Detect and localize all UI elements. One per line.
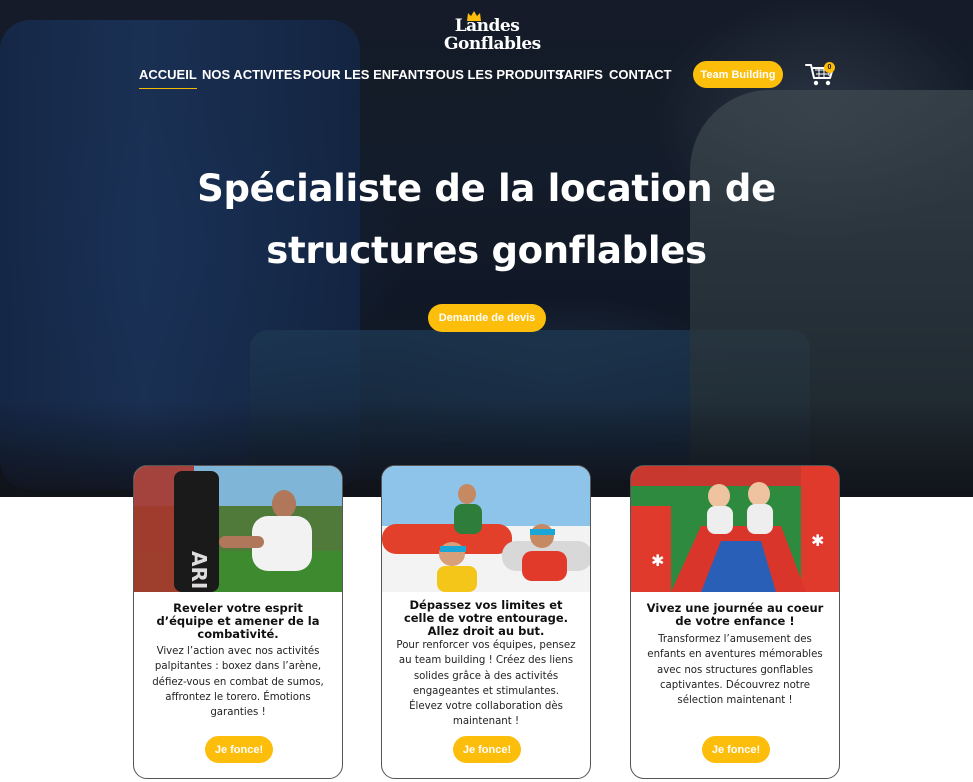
card-title: Vivez une journée au coeur de votre enfa…: [646, 601, 824, 628]
svg-text:ARI: ARI: [187, 551, 211, 589]
nav-item-contact[interactable]: CONTACT: [609, 67, 672, 83]
activity-card-kids: ✱ ✱ Vivez une journée au coeur de votre …: [630, 465, 840, 779]
card-description: Pour renforcer vos équipes, pensez au te…: [396, 640, 576, 728]
svg-text:✱: ✱: [811, 531, 824, 550]
nav-item-nos-activites[interactable]: NOS ACTIVITES: [202, 67, 301, 83]
activity-card-challenge: Dépassez vos limites et celle de votre e…: [381, 465, 591, 779]
team-building-button[interactable]: Team Building: [693, 61, 783, 88]
logo-text-line2: Gonflables: [444, 34, 541, 54]
hero-title: Spécialiste de la location de structures…: [150, 158, 823, 282]
nav-item-tous-les-produits[interactable]: TOUS LES PRODUITS: [428, 67, 564, 83]
card-title: Dépassez vos limites et celle de votre e…: [403, 598, 569, 638]
card-description: Transformez l’amusement des enfants en a…: [647, 634, 823, 707]
inflatable-team-photo: [382, 466, 590, 592]
activity-card-team: ARI Reveler votre esprit d’équipe et ame…: [133, 465, 343, 779]
nav-item-tarifs[interactable]: TARIFS: [557, 67, 603, 83]
cart-count-badge: 0: [824, 62, 835, 73]
kids-slide-photo: ✱ ✱: [631, 466, 839, 592]
card-title: Reveler votre esprit d’équipe et amener …: [156, 601, 320, 641]
svg-text:✱: ✱: [651, 551, 664, 570]
card-description: Vivez l’action avec nos activités palpit…: [152, 646, 324, 719]
boxing-bag-photo: ARI: [134, 466, 342, 592]
nav-item-accueil[interactable]: ACCUEIL: [139, 67, 197, 89]
nav-item-pour-les-enfants[interactable]: POUR LES ENFANTS: [303, 67, 434, 83]
quote-request-button[interactable]: Demande de devis: [428, 304, 546, 332]
hero-title-line2: structures gonflables: [266, 229, 707, 272]
site-logo[interactable]: Landes Gonflables: [444, 10, 541, 56]
hero-title-line1: Spécialiste de la location de: [197, 167, 776, 210]
card-cta-button[interactable]: Je fonce!: [702, 736, 770, 763]
card-cta-button[interactable]: Je fonce!: [453, 736, 521, 763]
logo-text-line1: Landes: [454, 16, 520, 36]
card-cta-button[interactable]: Je fonce!: [205, 736, 273, 763]
